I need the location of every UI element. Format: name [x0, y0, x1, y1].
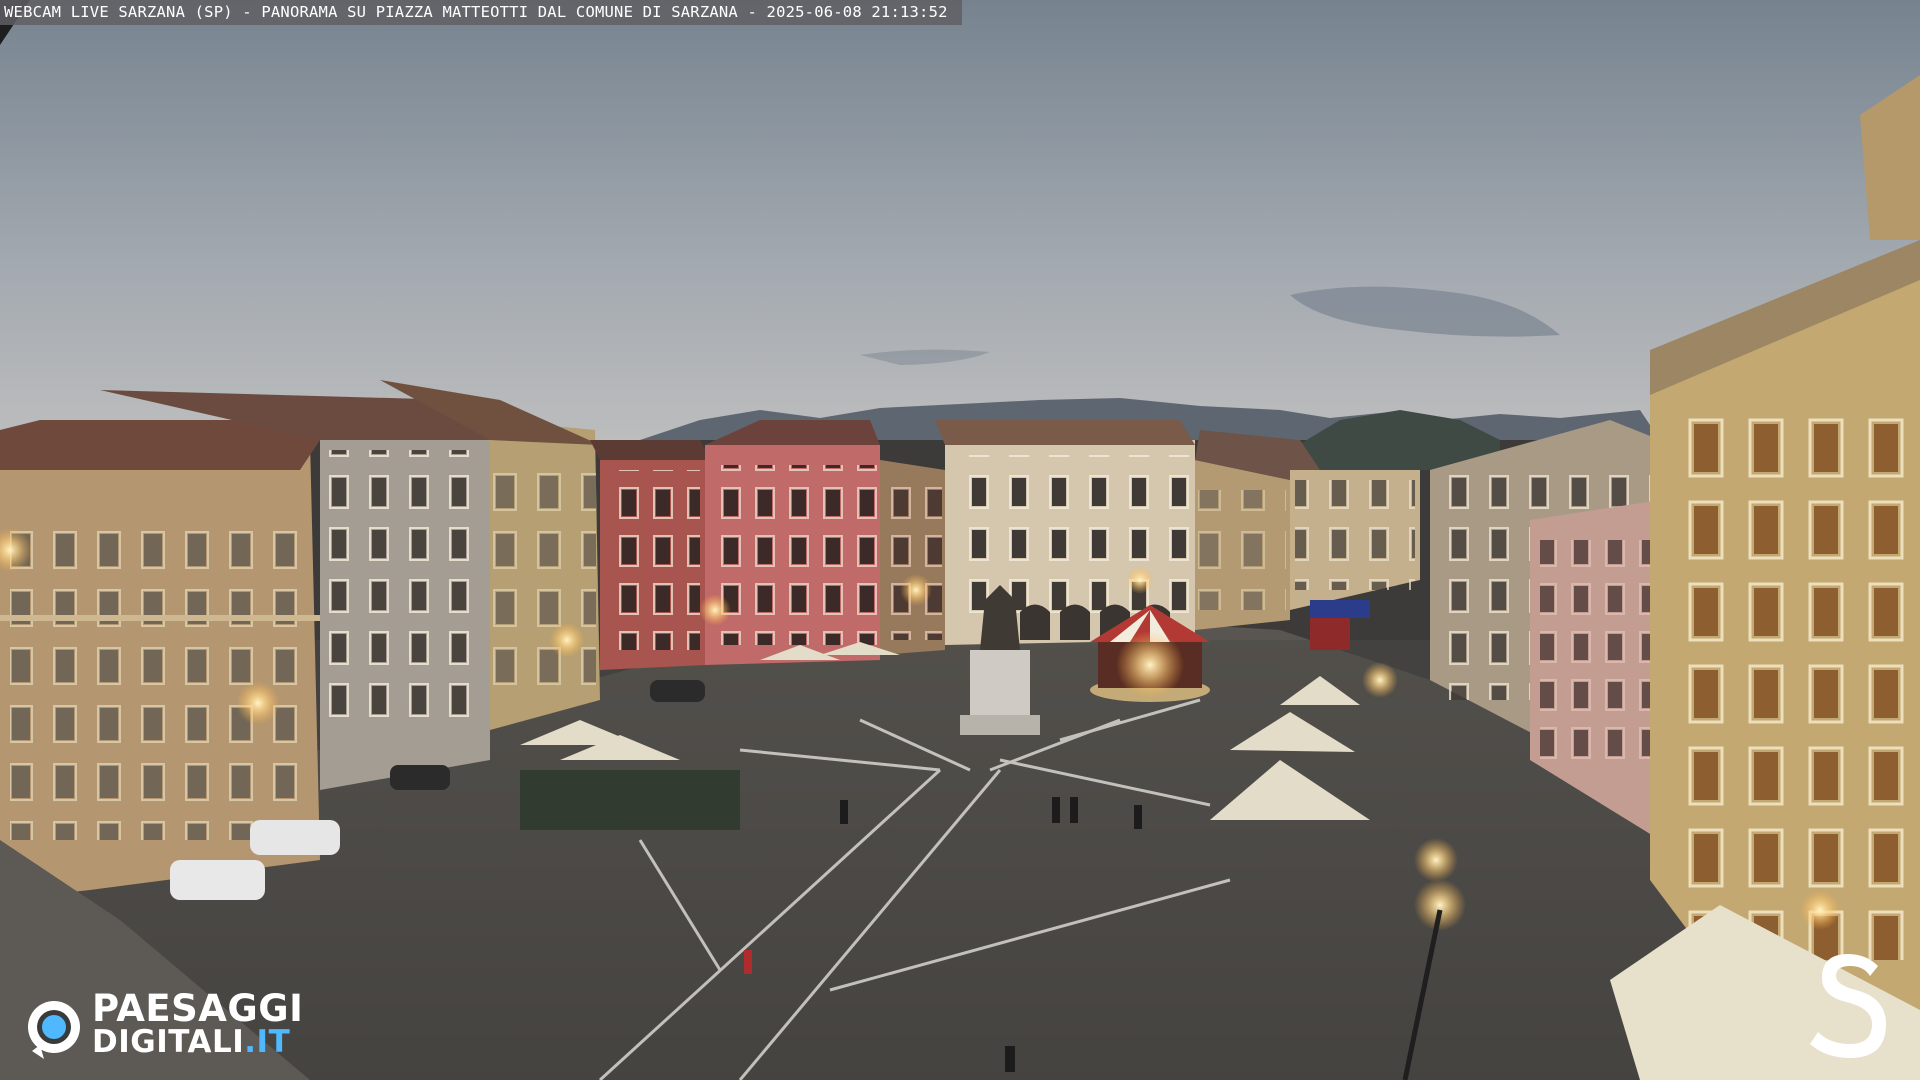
sky	[0, 0, 1920, 440]
logo-suffix: .IT	[244, 1024, 291, 1060]
webcam-scene	[0, 0, 1920, 1080]
corner-s-logo	[1810, 954, 1886, 1058]
webcam-caption-text: WEBCAM LIVE SARZANA (SP) - PANORAMA SU P…	[4, 3, 948, 21]
market-tent	[1310, 600, 1370, 618]
webcam-caption-bar: WEBCAM LIVE SARZANA (SP) - PANORAMA SU P…	[0, 0, 962, 25]
brown-building	[880, 460, 945, 655]
logo-sub: DIGITALI	[92, 1024, 245, 1060]
camera-lens-icon	[28, 1001, 80, 1059]
red-building	[590, 440, 710, 670]
logo-name: PAESAGGI	[92, 987, 304, 1030]
planter	[520, 770, 740, 830]
logo-subtitle: DIGITALI.IT	[92, 1025, 290, 1059]
pink-building	[705, 420, 880, 665]
